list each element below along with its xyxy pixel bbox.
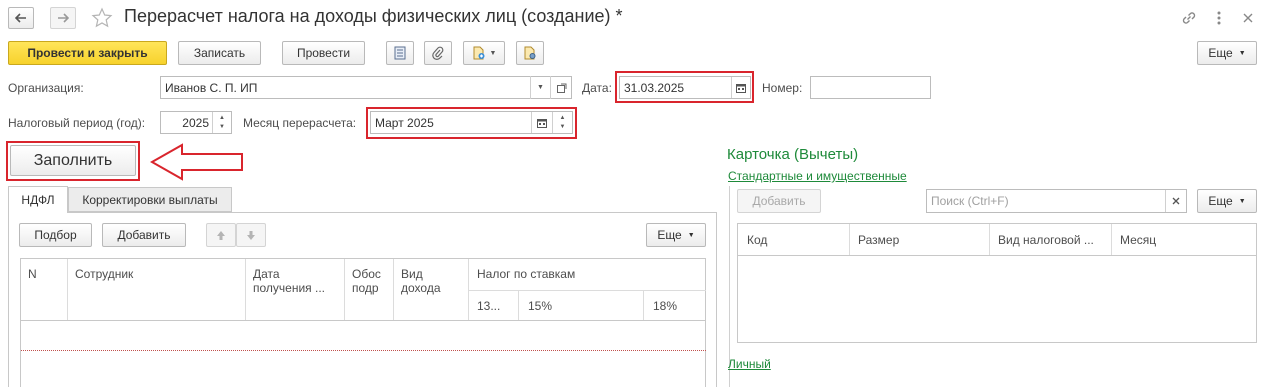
ndfl-more-button[interactable]: Еще ▼: [646, 223, 706, 247]
create-based-on-button[interactable]: ▼: [463, 41, 505, 65]
organization-open-button[interactable]: [550, 76, 572, 99]
add-button[interactable]: Добавить: [102, 223, 186, 247]
spin-up-icon[interactable]: ▲: [219, 114, 225, 123]
tab-payment-corrections-label: Корректировки выплаты: [82, 192, 218, 207]
more-button[interactable]: Еще ▼: [1197, 41, 1257, 65]
more-label: Еще: [1208, 46, 1233, 60]
star-icon[interactable]: [91, 7, 113, 29]
table-subheader-line: [468, 290, 706, 291]
table-row-placeholder: [21, 350, 706, 351]
arrow-right-icon: [58, 13, 69, 23]
forward-button[interactable]: [50, 7, 76, 29]
search-clear-button[interactable]: [1165, 190, 1186, 212]
post-button[interactable]: Провести: [282, 41, 365, 65]
col-divider: [344, 259, 345, 320]
col-divider: [393, 259, 394, 320]
organization-field[interactable]: Иванов С. П. ИП: [160, 76, 572, 99]
col-divider: [849, 224, 850, 255]
card-search-input[interactable]: Поиск (Ctrl+F): [926, 189, 1187, 213]
tax-period-value: 2025: [182, 115, 209, 130]
table-header-bottom: [738, 255, 1256, 256]
paperclip-icon: [432, 46, 444, 60]
number-field[interactable]: [810, 76, 931, 99]
more-vertical-icon[interactable]: [1212, 9, 1226, 27]
recalc-month-highlight-box: [366, 107, 577, 139]
date-label: Дата:: [582, 81, 612, 95]
open-window-icon: [556, 83, 566, 93]
document-journal-button[interactable]: [386, 41, 414, 65]
col-header-employee[interactable]: Сотрудник: [75, 267, 133, 281]
close-icon[interactable]: [1241, 11, 1255, 25]
tab-ndfl[interactable]: НДФЛ: [8, 186, 68, 213]
post-and-close-button[interactable]: Провести и закрыть: [8, 41, 167, 65]
chevron-down-icon: ▼: [1238, 197, 1246, 205]
tax-period-label: Налоговый период (год):: [8, 116, 146, 130]
card-add-button[interactable]: Добавить: [737, 189, 821, 213]
col-header-date[interactable]: Дата получения ...: [253, 267, 338, 295]
tab-panel-cover: [9, 211, 67, 213]
chevron-down-icon: ▼: [1238, 49, 1246, 57]
card-search-placeholder: Поиск (Ctrl+F): [931, 194, 1009, 208]
col-divider: [643, 290, 644, 320]
organization-dropdown-button[interactable]: ▼: [530, 76, 550, 99]
col-header-tax-type[interactable]: Вид налоговой ...: [998, 233, 1094, 247]
chevron-down-icon: ▼: [687, 231, 695, 239]
spin-down-icon[interactable]: ▼: [219, 123, 225, 132]
col-header-month[interactable]: Месяц: [1120, 233, 1156, 247]
ndfl-table[interactable]: N Сотрудник Дата получения ... Обос подр…: [20, 258, 706, 387]
save-button[interactable]: Записать: [178, 41, 261, 65]
col-header-rate-15[interactable]: 15%: [528, 299, 552, 313]
col-header-size[interactable]: Размер: [858, 233, 899, 247]
table-header-bottom: [21, 320, 706, 321]
back-button[interactable]: [8, 7, 34, 29]
date-highlight-box: [615, 71, 754, 103]
document-add-icon: [473, 46, 485, 60]
col-divider: [989, 224, 990, 255]
col-header-income-type[interactable]: Вид дохода: [401, 267, 461, 295]
select-button[interactable]: Подбор: [19, 223, 92, 247]
move-down-button[interactable]: [236, 223, 266, 247]
col-header-rate-13[interactable]: 13...: [477, 299, 500, 313]
link-icon[interactable]: [1180, 9, 1198, 27]
chevron-down-icon: ▼: [537, 84, 544, 91]
window-title: Перерасчет налога на доходы физических л…: [124, 6, 623, 26]
card-more-label: Еще: [1208, 194, 1233, 208]
arrow-left-icon: [15, 13, 26, 23]
print-forms-button[interactable]: [516, 41, 544, 65]
standard-deductions-link[interactable]: Стандартные и имущественные: [728, 169, 907, 183]
chevron-down-icon: ▼: [489, 49, 497, 57]
deductions-table[interactable]: Код Размер Вид налоговой ... Месяц: [737, 223, 1257, 343]
journal-icon: [394, 46, 406, 60]
col-divider: [468, 259, 469, 320]
close-icon: [1172, 197, 1180, 205]
attach-button[interactable]: [424, 41, 452, 65]
personal-deductions-link[interactable]: Личный: [728, 357, 771, 371]
organization-value: Иванов С. П. ИП: [165, 80, 258, 95]
fill-highlight-box: [6, 141, 140, 181]
tax-period-spinner[interactable]: ▲ ▼: [212, 112, 231, 133]
col-header-n[interactable]: N: [28, 267, 37, 281]
col-divider: [518, 290, 519, 320]
arrow-down-icon: [247, 230, 255, 240]
card-more-button[interactable]: Еще ▼: [1197, 189, 1257, 213]
tab-ndfl-label: НДФЛ: [21, 193, 55, 207]
document-gear-icon: [524, 46, 536, 60]
col-divider: [67, 259, 68, 320]
ndfl-more-label: Еще: [657, 228, 682, 242]
card-title: Карточка (Вычеты): [727, 146, 859, 163]
col-header-rate-18[interactable]: 18%: [653, 299, 677, 313]
annotation-arrow-icon: [150, 143, 243, 181]
col-divider: [1111, 224, 1112, 255]
move-up-button[interactable]: [206, 223, 236, 247]
tab-payment-corrections[interactable]: Корректировки выплаты: [68, 187, 232, 212]
number-label: Номер:: [762, 81, 803, 95]
col-header-code[interactable]: Код: [747, 233, 767, 247]
organization-label: Организация:: [8, 81, 84, 95]
col-header-obos[interactable]: Обос подр: [352, 267, 390, 295]
recalc-month-label: Месяц перерасчета:: [243, 116, 357, 130]
col-divider: [245, 259, 246, 320]
col-header-tax-rates[interactable]: Налог по ставкам: [477, 267, 575, 281]
arrow-up-icon: [217, 230, 225, 240]
